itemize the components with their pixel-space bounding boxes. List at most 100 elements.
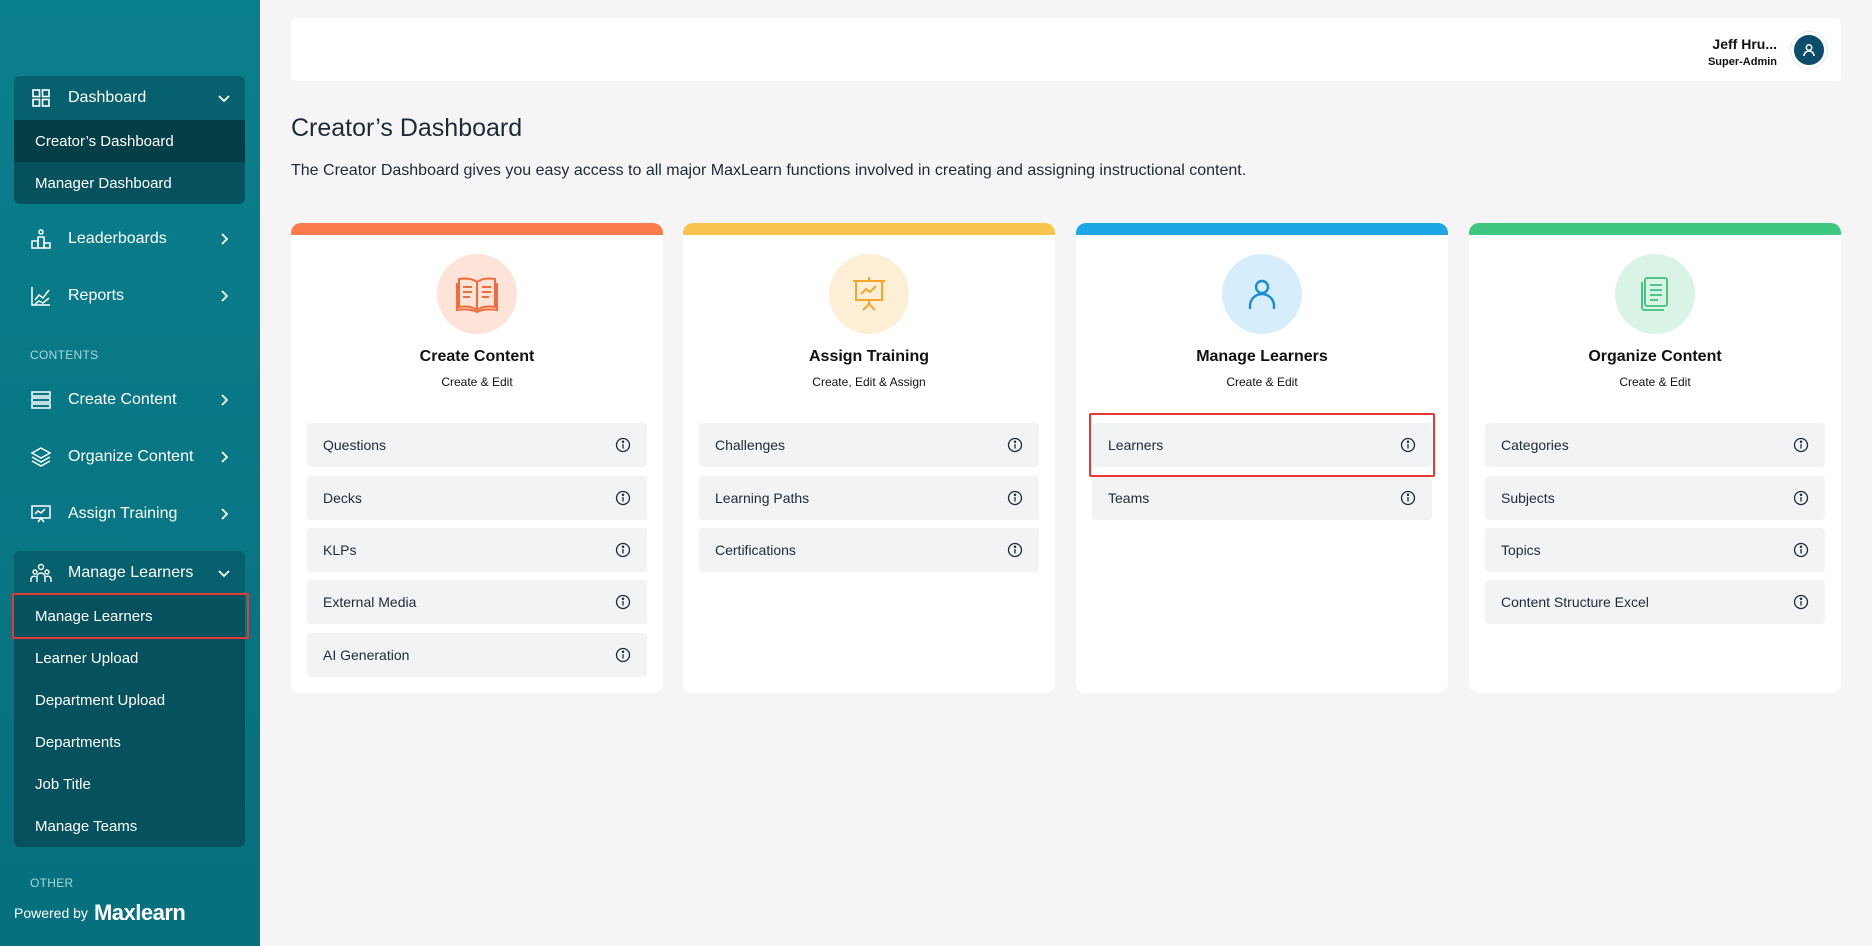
- info-icon[interactable]: [615, 542, 631, 558]
- user-info[interactable]: Jeff Hru... Super-Admin: [1708, 36, 1777, 68]
- sidebar-item-organize-content[interactable]: Organize Content: [14, 435, 245, 479]
- manage-learners-submenu: Manage Learners Learner Upload Departmen…: [14, 595, 245, 847]
- card-item-decks[interactable]: Decks: [307, 476, 647, 520]
- card-subtitle: Create, Edit & Assign: [812, 375, 926, 389]
- sidebar-item-assign-training[interactable]: Assign Training: [14, 492, 245, 536]
- card-item-label: Learners: [1108, 437, 1164, 453]
- sidebar-item-manage-learners[interactable]: Manage Learners: [14, 551, 245, 595]
- sidebar-item-reports[interactable]: Reports: [14, 274, 245, 318]
- card-accent-bar: [683, 223, 1055, 235]
- card-manage-learners: Manage Learners Create & Edit Learners T…: [1076, 223, 1448, 693]
- chevron-right-icon: [221, 508, 229, 520]
- users-group-icon: [30, 562, 52, 584]
- card-item-topics[interactable]: Topics: [1485, 528, 1825, 572]
- sidebar-subitem-manager-dashboard[interactable]: Manager Dashboard: [14, 162, 245, 204]
- card-item-categories[interactable]: Categories: [1485, 423, 1825, 467]
- info-icon[interactable]: [1793, 542, 1809, 558]
- card-title: Create Content: [419, 348, 535, 365]
- card-title: Manage Learners: [1196, 348, 1328, 365]
- card-item-label: Topics: [1501, 542, 1541, 558]
- card-organize-content: Organize Content Create & Edit Categorie…: [1469, 223, 1841, 693]
- maxlearn-logo: Maxlearn: [93, 900, 186, 925]
- card-icon-circle: [1222, 254, 1302, 334]
- card-item-label: External Media: [323, 594, 417, 610]
- card-item-label: Subjects: [1501, 490, 1555, 506]
- sidebar-item-label: Organize Content: [68, 448, 194, 465]
- card-item-klps[interactable]: KLPs: [307, 528, 647, 572]
- info-icon[interactable]: [1793, 437, 1809, 453]
- info-icon[interactable]: [1007, 490, 1023, 506]
- card-item-teams[interactable]: Teams: [1092, 476, 1432, 520]
- sidebar-subitem-learner-upload[interactable]: Learner Upload: [14, 637, 245, 679]
- sidebar-item-label: Manage Learners: [68, 564, 194, 581]
- card-item-certifications[interactable]: Certifications: [699, 528, 1039, 572]
- card-accent-bar: [1469, 223, 1841, 235]
- sidebar-subitem-manage-learners[interactable]: Manage Learners: [14, 595, 245, 637]
- avatar[interactable]: [1791, 32, 1827, 68]
- card-item-ai-generation[interactable]: AI Generation: [307, 633, 647, 677]
- card-item-label: Content Structure Excel: [1501, 594, 1649, 610]
- sidebar-subitem-department-upload[interactable]: Department Upload: [14, 679, 245, 721]
- user-role: Super-Admin: [1707, 56, 1777, 68]
- info-icon[interactable]: [1007, 542, 1023, 558]
- powered-by-text: Powered by: [14, 905, 88, 921]
- section-label-other: OTHER: [30, 876, 74, 890]
- card-item-challenges[interactable]: Challenges: [699, 423, 1039, 467]
- info-icon[interactable]: [1793, 490, 1809, 506]
- grid-icon: [30, 87, 52, 109]
- card-icon-circle: [1615, 254, 1695, 334]
- chevron-down-icon: [218, 95, 230, 103]
- card-title: Assign Training: [808, 348, 929, 365]
- powered-by: Powered by Maxlearn: [14, 900, 186, 926]
- sidebar-subitem-job-title[interactable]: Job Title: [14, 763, 245, 805]
- user-icon: [1803, 44, 1815, 57]
- card-item-subjects[interactable]: Subjects: [1485, 476, 1825, 520]
- book-icon: [456, 277, 498, 314]
- sidebar-subitem-creators-dashboard[interactable]: Creator’s Dashboard: [14, 120, 245, 162]
- chevron-down-icon: [218, 570, 230, 578]
- info-icon[interactable]: [1400, 490, 1416, 506]
- card-subtitle: Create & Edit: [1619, 375, 1691, 389]
- card-subtitle: Create & Edit: [1226, 375, 1298, 389]
- sidebar-item-label: Create Content: [68, 391, 177, 408]
- chevron-right-icon: [221, 233, 229, 245]
- card-item-label: Decks: [323, 490, 362, 506]
- info-icon[interactable]: [1400, 437, 1416, 453]
- card-item-label: KLPs: [323, 542, 357, 558]
- info-icon[interactable]: [1793, 594, 1809, 610]
- card-item-label: Categories: [1501, 437, 1569, 453]
- card-item-label: Teams: [1108, 490, 1150, 506]
- card-item-label: Challenges: [715, 437, 786, 453]
- sidebar-item-create-content[interactable]: Create Content: [14, 378, 245, 422]
- card-icon-circle: [829, 254, 909, 334]
- sidebar-item-dashboard[interactable]: Dashboard: [14, 76, 245, 120]
- info-icon[interactable]: [615, 437, 631, 453]
- sidebar-subitem-departments[interactable]: Departments: [14, 721, 245, 763]
- sidebar-item-label: Assign Training: [68, 505, 178, 522]
- card-item-learners[interactable]: Learners: [1092, 423, 1432, 467]
- info-icon[interactable]: [615, 490, 631, 506]
- card-item-label: Certifications: [715, 542, 796, 558]
- card-item-label: AI Generation: [323, 647, 410, 663]
- card-assign-training: Assign Training Create, Edit & Assign Ch…: [683, 223, 1055, 693]
- card-item-learning-paths[interactable]: Learning Paths: [699, 476, 1039, 520]
- user-name: Jeff Hru...: [1712, 36, 1777, 52]
- card-item-content-structure-excel[interactable]: Content Structure Excel: [1485, 580, 1825, 624]
- top-bar: Jeff Hru... Super-Admin: [291, 18, 1841, 81]
- chevron-right-icon: [221, 451, 229, 463]
- card-icon-circle: [437, 254, 517, 334]
- sidebar-item-label: Dashboard: [68, 89, 147, 106]
- card-item-questions[interactable]: Questions: [307, 423, 647, 467]
- info-icon[interactable]: [615, 647, 631, 663]
- card-item-label: Questions: [323, 437, 387, 453]
- chart-icon: [30, 285, 52, 307]
- card-item-external-media[interactable]: External Media: [307, 580, 647, 624]
- info-icon[interactable]: [615, 594, 631, 610]
- sidebar-subitem-manage-teams[interactable]: Manage Teams: [14, 805, 245, 847]
- page-description: The Creator Dashboard gives you easy acc…: [291, 162, 1247, 179]
- stack-icon: [30, 389, 52, 411]
- podium-icon: [30, 228, 52, 250]
- sidebar-item-leaderboards[interactable]: Leaderboards: [14, 217, 245, 261]
- card-accent-bar: [1076, 223, 1448, 235]
- info-icon[interactable]: [1007, 437, 1023, 453]
